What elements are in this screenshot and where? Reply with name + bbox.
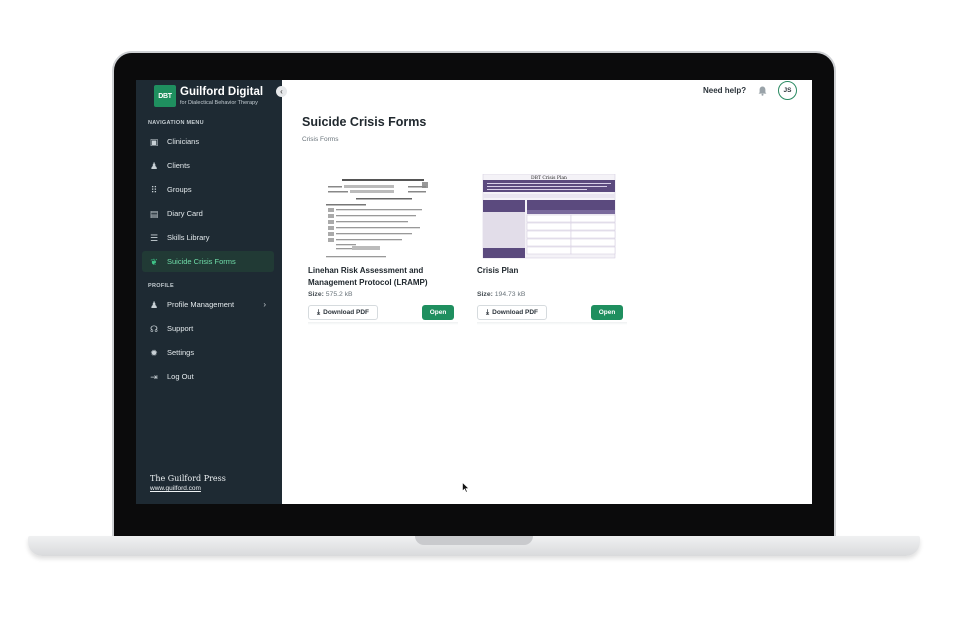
sidebar-item-label: Log Out — [167, 372, 194, 381]
logout-icon: ⇥ — [150, 371, 158, 382]
sidebar-item-label: Diary Card — [167, 209, 203, 218]
form-size-value: 575.2 kB — [325, 291, 353, 298]
bell-icon[interactable] — [758, 86, 767, 98]
brand[interactable]: DBT Guilford Digital for Dialectical Beh… — [154, 85, 263, 107]
sidebar-item-skills-library[interactable]: ☰ Skills Library — [142, 227, 274, 248]
brand-title: Guilford Digital — [180, 85, 264, 98]
sidebar-item-label: Clinicians — [167, 137, 200, 146]
list-icon: ☰ — [149, 232, 159, 243]
gear-icon: ✹ — [150, 347, 158, 358]
sidebar-item-groups[interactable]: ⠿ Groups — [142, 179, 274, 200]
form-size: Size: 194.73 kB — [477, 291, 525, 298]
card-divider — [477, 322, 627, 325]
download-pdf-button[interactable]: ⤓ Download PDF — [308, 305, 378, 320]
breadcrumb[interactable]: Crisis Forms — [302, 136, 338, 143]
sidebar-item-profile-management[interactable]: ♟ Profile Management › — [142, 294, 274, 315]
app-screen: DBT Guilford Digital for Dialectical Beh… — [136, 80, 812, 504]
form-title: Linehan Risk Assessment and Management P… — [308, 266, 428, 287]
sidebar-item-suicide-crisis-forms[interactable]: ❦ Suicide Crisis Forms — [142, 251, 274, 272]
sidebar-item-diary-card[interactable]: ▤ Diary Card — [142, 203, 274, 224]
open-button[interactable]: Open — [422, 305, 454, 320]
form-thumbnail-crisis-plan[interactable]: DBT Crisis Plan — [477, 173, 627, 260]
sidebar-item-label: Profile Management — [167, 300, 235, 309]
form-card-lramp: Linehan Risk Assessment and Management P… — [308, 174, 458, 326]
publisher-link[interactable]: www.guilford.com — [150, 485, 201, 492]
sidebar-item-label: Clients — [167, 161, 190, 170]
sidebar-item-clinicians[interactable]: ▣ Clinicians — [142, 131, 274, 152]
brand-logo: DBT — [154, 85, 176, 107]
grid-icon: ⠿ — [150, 184, 158, 195]
chevron-right-icon: › — [263, 300, 266, 309]
form-size-value: 194.73 kB — [494, 291, 526, 298]
avatar[interactable]: JS — [778, 81, 797, 100]
download-icon: ⤓ — [317, 308, 321, 316]
users-icon: ♟ — [149, 160, 159, 171]
form-size: Size: 575.2 kB — [308, 291, 353, 298]
form-card-crisis-plan: DBT Crisis Plan Crisis Plan Size: 194.73… — [477, 173, 627, 326]
chevron-left-icon[interactable]: ‹ — [276, 86, 287, 97]
sidebar-item-clients[interactable]: ♟ Clients — [142, 155, 274, 176]
headset-icon: ☊ — [150, 323, 158, 334]
nav-section-label: NAVIGATION MENU — [148, 120, 204, 126]
download-pdf-button[interactable]: ⤓ Download PDF — [477, 305, 547, 320]
sidebar-item-label: Support — [167, 324, 194, 333]
form-thumbnail-lramp[interactable] — [308, 174, 458, 260]
laptop-notch — [415, 536, 533, 545]
open-button[interactable]: Open — [591, 305, 623, 320]
download-icon: ⤓ — [486, 308, 490, 316]
form-size-label: Size: — [308, 291, 324, 298]
sidebar-item-log-out[interactable]: ⇥ Log Out — [142, 366, 274, 387]
profile-section-label: PROFILE — [148, 283, 174, 289]
form-title: Crisis Plan — [477, 266, 519, 275]
leaf-icon: ❦ — [150, 256, 158, 267]
publisher-name: The Guilford Press — [150, 474, 226, 483]
brand-subtitle: for Dialectical Behavior Therapy — [180, 99, 258, 106]
page-title: Suicide Crisis Forms — [302, 115, 427, 129]
sidebar: DBT Guilford Digital for Dialectical Beh… — [136, 80, 282, 504]
user-icon: ♟ — [149, 299, 159, 310]
sidebar-item-support[interactable]: ☊ Support — [142, 318, 274, 339]
sidebar-item-label: Groups — [167, 185, 192, 194]
sidebar-item-label: Suicide Crisis Forms — [167, 257, 236, 266]
mouse-cursor-icon — [462, 482, 470, 493]
download-pdf-label: Download PDF — [323, 309, 369, 316]
form-size-label: Size: — [477, 291, 493, 298]
book-icon: ▤ — [149, 208, 159, 219]
download-pdf-label: Download PDF — [492, 309, 538, 316]
sidebar-item-label: Skills Library — [167, 233, 210, 242]
card-divider — [308, 322, 458, 325]
help-link[interactable]: Need help? — [703, 86, 746, 95]
id-card-icon: ▣ — [149, 136, 159, 147]
sidebar-item-settings[interactable]: ✹ Settings — [142, 342, 274, 363]
sidebar-item-label: Settings — [167, 348, 195, 357]
